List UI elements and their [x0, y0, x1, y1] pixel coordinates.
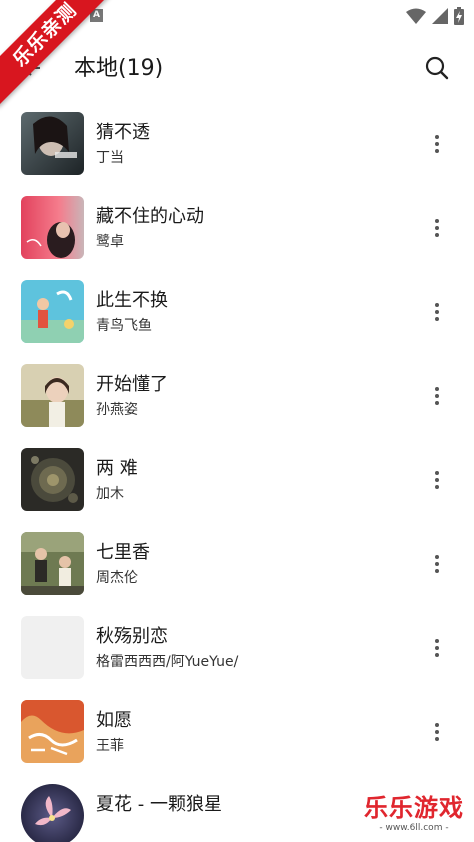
song-artist: 青鸟飞鱼	[96, 318, 152, 334]
song-row[interactable]: 如愿 王菲	[0, 690, 474, 774]
album-cover	[21, 196, 84, 259]
song-title: 开始懂了	[96, 374, 168, 395]
search-icon[interactable]	[424, 55, 450, 81]
album-cover	[21, 280, 84, 343]
album-cover-placeholder	[21, 616, 84, 679]
page-title: 本地(19)	[74, 56, 164, 81]
song-row[interactable]: 此生不换 青鸟飞鱼	[0, 270, 474, 354]
more-options-icon[interactable]	[428, 552, 446, 576]
more-options-icon[interactable]	[428, 384, 446, 408]
song-row[interactable]: 开始懂了 孙燕姿	[0, 354, 474, 438]
album-cover	[21, 112, 84, 175]
song-title: 秋殇别恋	[96, 626, 168, 647]
more-options-icon[interactable]	[428, 720, 446, 744]
more-options-icon[interactable]	[428, 468, 446, 492]
song-artist: 加木	[96, 486, 124, 502]
battery-charging-icon	[454, 7, 464, 25]
watermark-logo: 乐乐游戏 - www.6ll.com -	[358, 794, 470, 836]
song-title: 两 难	[96, 458, 138, 479]
more-options-icon[interactable]	[428, 636, 446, 660]
song-artist: 格雷西西西/阿YueYue/	[96, 654, 239, 670]
app-header: 本地(19)	[0, 40, 474, 98]
song-artist: 鹭卓	[96, 234, 124, 250]
album-cover	[21, 700, 84, 763]
cell-signal-icon	[432, 8, 448, 24]
song-title: 猜不透	[96, 122, 150, 143]
song-artist: 丁当	[96, 150, 124, 166]
album-cover	[21, 784, 84, 842]
status-icons	[406, 6, 464, 26]
more-options-icon[interactable]	[428, 132, 446, 156]
more-options-icon[interactable]	[428, 300, 446, 324]
album-cover	[21, 364, 84, 427]
watermark-text: 乐乐游戏	[364, 794, 464, 822]
song-artist: 王菲	[96, 738, 124, 754]
song-artist: 周杰伦	[96, 570, 138, 586]
song-row[interactable]: 两 难 加木	[0, 438, 474, 522]
song-row[interactable]: 藏不住的心动 鹭卓	[0, 186, 474, 270]
song-title: 如愿	[96, 710, 132, 731]
wifi-icon	[406, 8, 426, 24]
song-row[interactable]: 秋殇别恋 格雷西西西/阿YueYue/	[0, 606, 474, 690]
song-title: 此生不换	[96, 290, 168, 311]
album-cover	[21, 532, 84, 595]
album-cover	[21, 448, 84, 511]
watermark-url: - www.6ll.com -	[379, 823, 449, 833]
song-title: 藏不住的心动	[96, 206, 204, 227]
song-title: 七里香	[96, 542, 150, 563]
more-options-icon[interactable]	[428, 216, 446, 240]
song-title: 夏花 - 一颗狼星	[96, 794, 222, 815]
song-row[interactable]: 七里香 周杰伦	[0, 522, 474, 606]
song-artist: 孙燕姿	[96, 402, 138, 418]
song-row[interactable]: 猜不透 丁当	[0, 102, 474, 186]
